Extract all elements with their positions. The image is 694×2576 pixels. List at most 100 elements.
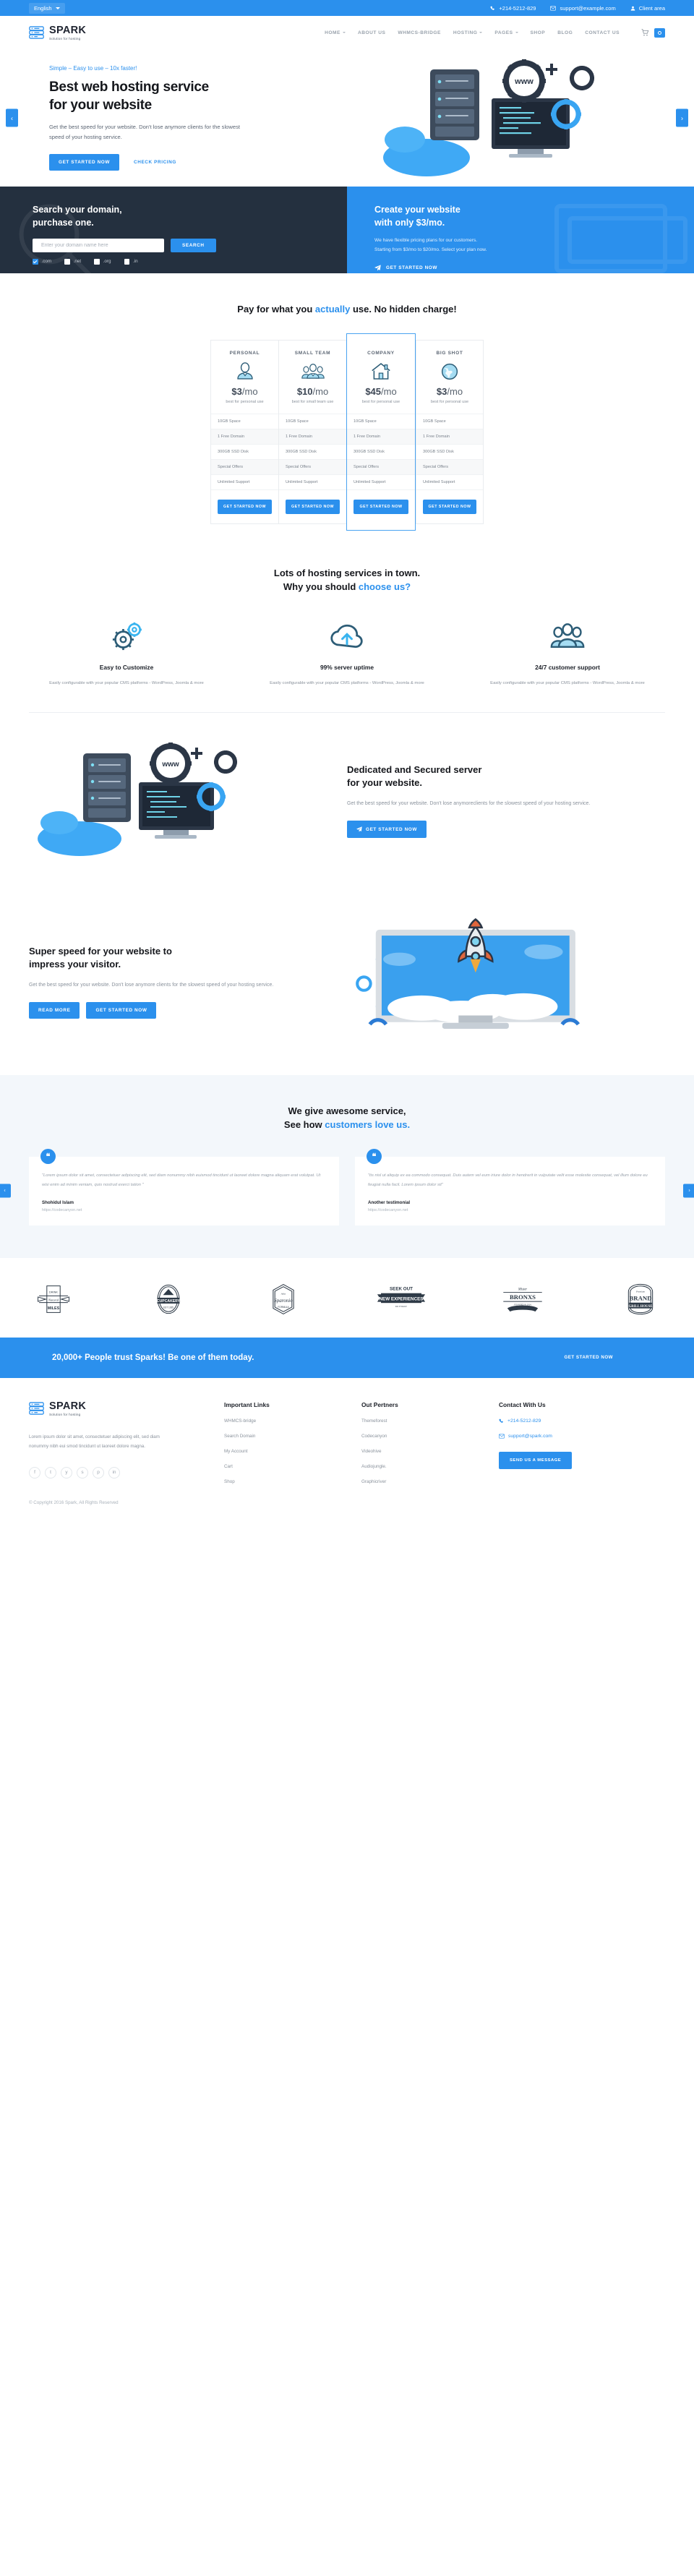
brand-logo-sparonio[interactable]: Atlas Sparonio FORMULA [259, 1283, 308, 1316]
linkedin-icon[interactable]: in [108, 1466, 120, 1479]
dedicated-get-started-button[interactable]: GET STARTED NOW [347, 821, 427, 839]
facebook-icon[interactable]: f [29, 1466, 40, 1479]
search-toggle-button[interactable] [654, 27, 665, 38]
footer-link-cart[interactable]: Cart [224, 1464, 361, 1469]
promo-get-started-button[interactable]: GET STARTED NOW [374, 265, 694, 271]
plan-feature: 1 Free Domain [347, 428, 415, 444]
checkbox-icon[interactable] [64, 259, 70, 265]
testimonial-url[interactable]: https://codecanyon.net [42, 1208, 326, 1212]
hero-prev-button[interactable]: ‹ [6, 108, 18, 127]
nav-item-shop[interactable]: SHOP [531, 30, 546, 35]
footer-partners-column: Out Pertners Themeforest Codecanyon Vide… [361, 1401, 499, 1484]
why-title-line1: Lots of hosting services in town. [273, 567, 421, 578]
domain-search-button[interactable]: SEARCH [171, 239, 216, 252]
superspeed-get-started-button[interactable]: GET STARTED NOW [86, 1002, 157, 1019]
pricing-card-big-shot: BIG SHOT $3/mo best for personal use 10G… [416, 339, 484, 524]
testimonials-prev-button[interactable]: ‹ [0, 1184, 11, 1198]
footer-link-whmcs-bridge[interactable]: WHMCS-bridge [224, 1418, 361, 1424]
plan-feature: 1 Free Domain [211, 428, 278, 444]
checkbox-checked-icon[interactable] [33, 259, 38, 265]
footer-email[interactable]: support@spark.com [499, 1434, 643, 1439]
promo-desc-line2: Starting from $3/mo to $20/mo. Select yo… [374, 247, 487, 252]
shopping-cart-icon[interactable] [641, 29, 649, 36]
nav-item-blog[interactable]: BLOG [557, 30, 573, 35]
footer-partner-videohive[interactable]: Videohive [361, 1449, 499, 1454]
brand-text-top: DRINK [49, 1291, 58, 1293]
plan-get-started-button[interactable]: GET STARTED NOW [354, 499, 408, 514]
footer-partner-graphicriver[interactable]: Graphicriver [361, 1479, 499, 1484]
footer-contact-column: Contact With Us +214-5212-829 support@sp… [499, 1401, 643, 1484]
brand-text-top: SEEK OUT [390, 1286, 413, 1291]
brand-text-bot: GRILL HOUSE [629, 1305, 653, 1309]
footer-link-shop[interactable]: Shop [224, 1479, 361, 1484]
dedicated-button-label: GET STARTED NOW [366, 826, 418, 832]
brand-logo-brand-grill-house[interactable]: Premium BRAND GRILL HOUSE [616, 1283, 665, 1316]
footer-link-search-domain[interactable]: Search Domain [224, 1434, 361, 1439]
top-bar-email[interactable]: support@example.com [550, 5, 616, 12]
nav-item-whmcs-bridge[interactable]: WHMCS-BRIDGE [398, 30, 440, 35]
plan-get-started-button[interactable]: GET STARTED NOW [423, 499, 476, 514]
top-bar-client-area[interactable]: Client area [630, 5, 665, 12]
domain-search-input[interactable] [33, 239, 164, 252]
hero-title-line1: Best web hosting service [49, 80, 209, 95]
feature-title: Easy to Customize [99, 663, 154, 671]
footer-phone[interactable]: +214-5212-829 [499, 1418, 643, 1424]
nav-item-pages[interactable]: PAGES [494, 30, 518, 35]
footer-send-message-button[interactable]: SEND US A MESSAGE [499, 1451, 573, 1469]
pinterest-icon[interactable]: p [93, 1466, 104, 1479]
nav-item-contact-us[interactable]: CONTACT US [585, 30, 620, 35]
hero-next-button[interactable]: › [676, 108, 688, 127]
support-team-icon [470, 620, 665, 652]
plan-period: /mo [312, 385, 329, 397]
plan-get-started-button[interactable]: GET STARTED NOW [286, 499, 340, 514]
plan-subtitle: best for personal use [226, 399, 264, 404]
tld-option-in[interactable]: .in [124, 259, 138, 265]
superspeed-read-more-button[interactable]: READ MORE [29, 1002, 80, 1019]
top-bar-phone[interactable]: +214-5212-829 [490, 5, 536, 12]
dedicated-server-section: www Dedicated and Secured server for you… [29, 713, 665, 889]
brand-text-mid: BRAND [629, 1294, 651, 1301]
skype-icon[interactable]: s [77, 1466, 88, 1479]
footer-partner-audiojungle[interactable]: Audiojungle. [361, 1464, 499, 1469]
pricing-title-pre: Pay for what you [237, 304, 315, 314]
footer-link-my-account[interactable]: My Account [224, 1449, 361, 1454]
plan-feature: Special Offers [279, 458, 346, 474]
testimonial-url[interactable]: https://codecanyon.net [368, 1208, 652, 1212]
nav-item-hosting[interactable]: HOSTING [453, 30, 483, 35]
domain-search-panel: Search your domain, purchase one. SEARCH… [0, 187, 347, 273]
twitter-icon[interactable]: t [45, 1466, 56, 1479]
brand-logo-mister-bronxs[interactable]: Mister BRONXS FOUNDED IN 1914 [495, 1283, 550, 1316]
footer-about-column: SPARK Solution for hosting Lorem ipsum d… [29, 1401, 224, 1484]
plan-get-started-button[interactable]: GET STARTED NOW [218, 499, 272, 514]
testimonials-title: We give awesome service, See how custome… [0, 1104, 694, 1132]
nav-item-home[interactable]: HOME [325, 30, 346, 35]
hero-check-pricing-link[interactable]: CHECK PRICING [134, 160, 176, 165]
footer-partner-codecanyon[interactable]: Codecanyon [361, 1434, 499, 1439]
testimonial-quote: "Lorem ipsum dolor sit amet, consectetue… [42, 1173, 321, 1188]
language-selector[interactable]: English [29, 2, 65, 14]
site-logo[interactable]: SPARK Solution for hosting [29, 25, 86, 40]
cta-get-started-button[interactable]: GET STARTED NOW [564, 1355, 613, 1360]
brand-logo-drink-natural-miles[interactable]: DRINK Natural MILES [29, 1283, 78, 1316]
checkbox-icon[interactable] [94, 259, 100, 265]
hero-get-started-button[interactable]: GET STARTED NOW [49, 153, 120, 171]
plan-feature: Special Offers [347, 458, 415, 474]
brand-text-top: Atlas [280, 1292, 286, 1295]
dedicated-title-line1: Dedicated and Secured server [347, 763, 482, 775]
testimonials-next-button[interactable]: › [683, 1184, 694, 1198]
brand-logo-seek-out[interactable]: SEEK OUT NEW EXPERIENCES DO IT DAILY [373, 1283, 429, 1316]
tld-option-org[interactable]: .org [94, 259, 111, 265]
youtube-icon[interactable]: y [61, 1466, 72, 1479]
tld-option-com[interactable]: .com [33, 259, 51, 265]
plan-price: $3 [436, 385, 447, 397]
tld-option-net[interactable]: .net [64, 259, 81, 265]
plan-feature: Unlimited Support [347, 474, 415, 489]
nav-item-about-us[interactable]: ABOUT US [358, 30, 385, 35]
footer-logo[interactable]: SPARK Solution for hosting [29, 1401, 224, 1416]
why-title: Lots of hosting services in town. Why yo… [0, 566, 694, 594]
checkbox-icon[interactable] [124, 259, 130, 265]
superspeed-description: Get the best speed for your website. Don… [29, 983, 274, 988]
footer-partner-themeforest[interactable]: Themeforest [361, 1418, 499, 1424]
brand-text-bot: EST 1935 [163, 1306, 174, 1309]
brand-logo-cupcakery[interactable]: CUPCAKERY EST 1935 [144, 1283, 193, 1316]
